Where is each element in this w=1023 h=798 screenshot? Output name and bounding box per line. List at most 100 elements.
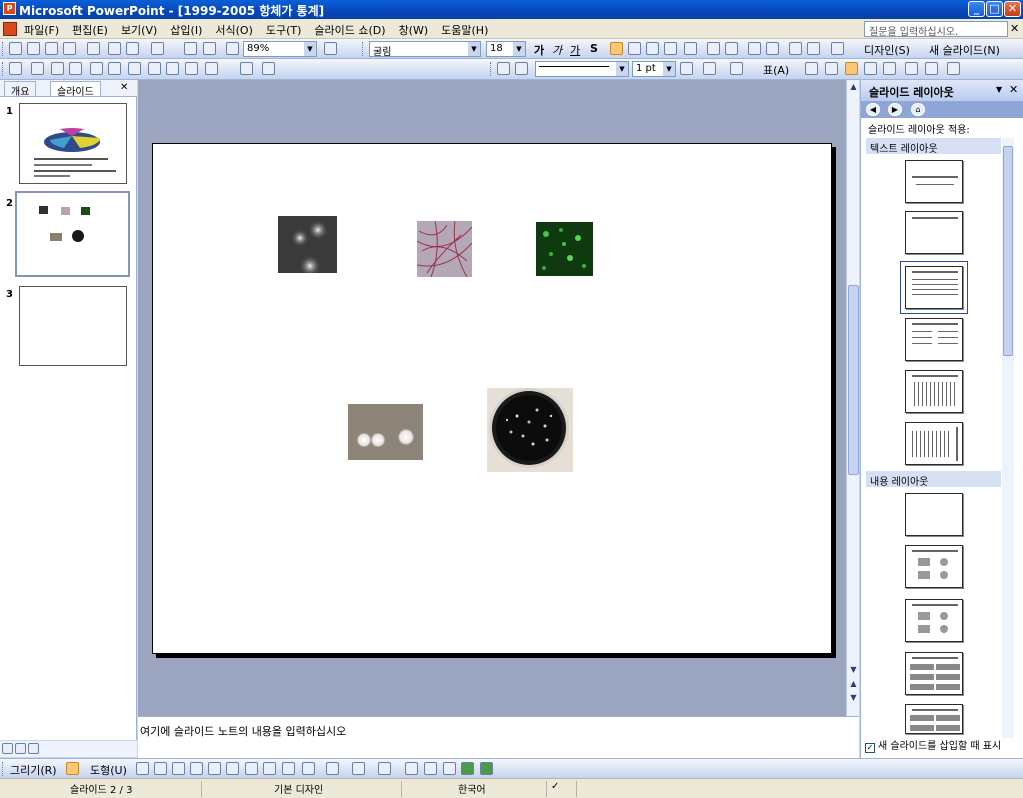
increase-font-icon[interactable] (748, 42, 761, 55)
crop-icon[interactable] (90, 62, 103, 75)
rotate-icon[interactable] (108, 62, 121, 75)
slide-picture-5[interactable] (487, 388, 573, 472)
borders-icon[interactable] (703, 62, 716, 75)
align-middle-icon[interactable] (864, 62, 877, 75)
menu-help[interactable]: 도움말(H) (441, 22, 488, 38)
align-center-icon[interactable] (628, 42, 641, 55)
menu-window[interactable]: 창(W) (399, 22, 429, 38)
insert-picture-icon[interactable] (302, 762, 315, 775)
menu-tools[interactable]: 도구(T) (266, 22, 302, 38)
dash-style-icon[interactable] (424, 762, 437, 775)
help-icon[interactable] (324, 42, 337, 55)
document-close-icon[interactable]: ✕ (1010, 22, 1019, 35)
layout-vertical-text[interactable] (905, 370, 963, 413)
reset-picture-icon[interactable] (240, 62, 253, 75)
tab-slides[interactable]: 슬라이드 (50, 81, 101, 98)
vertical-textbox-icon[interactable] (226, 762, 239, 775)
table-options-icon[interactable] (947, 62, 960, 75)
slide-picture-2[interactable] (417, 221, 472, 277)
back-icon[interactable]: ◀ (866, 103, 880, 116)
bullets-icon[interactable] (725, 42, 738, 55)
layout-vertical-title-text[interactable] (905, 422, 963, 465)
rectangle-icon[interactable] (172, 762, 185, 775)
wordart-icon[interactable] (245, 762, 258, 775)
print-icon[interactable] (87, 42, 100, 55)
layout-two-columns[interactable] (905, 318, 963, 361)
chevron-down-icon[interactable]: ▼ (616, 62, 628, 76)
distribute-icon[interactable] (664, 42, 677, 55)
reset-icon[interactable] (262, 62, 275, 75)
help-search-input[interactable]: 질문을 입력하십시오. (864, 21, 1008, 37)
next-slide-icon[interactable]: ▼ (848, 692, 859, 703)
chevron-down-icon[interactable]: ▼ (996, 85, 1002, 94)
checkbox-icon[interactable]: ✓ (865, 743, 875, 753)
fill-color-icon[interactable] (326, 762, 339, 775)
shadow-button[interactable]: S (590, 42, 598, 55)
spelling-check-icon[interactable]: ✓ (547, 781, 577, 797)
design-button[interactable]: 디자인(S) (864, 42, 910, 58)
line-style-icon[interactable] (128, 62, 141, 75)
chevron-down-icon[interactable]: ▼ (304, 42, 316, 56)
color-icon[interactable] (31, 62, 44, 75)
slide-thumbnail-1[interactable] (19, 103, 127, 184)
transparent-icon[interactable] (205, 62, 218, 75)
italic-button[interactable]: 가 (552, 42, 562, 58)
permission-icon[interactable] (63, 42, 76, 55)
normal-view-icon[interactable] (2, 743, 13, 754)
slide-scrollbar[interactable]: ▲ ▼ ▲ ▼ (846, 80, 859, 716)
text-direction-icon[interactable] (684, 42, 697, 55)
open-icon[interactable] (27, 42, 40, 55)
draw-table-icon[interactable] (497, 62, 510, 75)
toolbar-grip[interactable] (490, 62, 493, 76)
copy-icon[interactable] (126, 42, 139, 55)
3d-style-icon[interactable] (480, 762, 493, 775)
forward-icon[interactable]: ▶ (888, 103, 902, 116)
new-icon[interactable] (9, 42, 22, 55)
clipart-icon[interactable] (282, 762, 295, 775)
scroll-thumb[interactable] (1003, 146, 1013, 356)
tab-outline[interactable]: 개요 (4, 81, 37, 98)
new-slide-button[interactable]: 새 슬라이드(N) (929, 42, 1000, 58)
close-button[interactable]: ✕ (1004, 1, 1021, 17)
menu-slideshow[interactable]: 슬라이드 쇼(D) (314, 22, 385, 38)
brightness-icon[interactable] (69, 62, 82, 75)
font-name-select[interactable]: 굴림 ▼ (369, 41, 481, 57)
textbox-icon[interactable] (208, 762, 221, 775)
menu-edit[interactable]: 편집(E) (72, 22, 108, 38)
picture-icon[interactable] (9, 62, 22, 75)
eraser-icon[interactable] (515, 62, 528, 75)
layout-title-and-four-content[interactable] (905, 704, 963, 734)
font-color-icon[interactable] (378, 762, 391, 775)
layout-title-and-content[interactable] (905, 599, 963, 642)
diagram-icon[interactable] (263, 762, 276, 775)
arrow-style-icon[interactable] (443, 762, 456, 775)
layout-title-and-text[interactable] (900, 261, 968, 314)
font-size-select[interactable]: 18 ▼ (486, 41, 526, 57)
draw-menu-button[interactable]: 그리기(R) (10, 762, 57, 778)
close-icon[interactable]: ✕ (1009, 83, 1018, 96)
document-icon[interactable] (3, 22, 17, 36)
border-style-select[interactable]: ▼ (535, 61, 629, 77)
chevron-down-icon[interactable]: ▼ (663, 62, 675, 76)
recolor-icon[interactable] (166, 62, 179, 75)
decrease-font-icon[interactable] (766, 42, 779, 55)
compress-icon[interactable] (148, 62, 161, 75)
undo-icon[interactable] (151, 42, 164, 55)
align-left-icon[interactable] (610, 42, 623, 55)
insert-table-icon[interactable] (203, 42, 216, 55)
toolbar-grip[interactable] (2, 42, 5, 56)
zoom-select[interactable]: 89% ▼ (243, 41, 317, 57)
layout-content[interactable] (905, 545, 963, 588)
insert-table-row-icon[interactable] (805, 62, 818, 75)
font-color-icon[interactable] (831, 42, 844, 55)
previous-slide-icon[interactable]: ▲ (848, 678, 859, 689)
menu-format[interactable]: 서식(O) (215, 22, 252, 38)
slide-canvas[interactable] (152, 143, 832, 654)
menu-view[interactable]: 보기(V) (121, 22, 157, 38)
slide-picture-4[interactable] (348, 404, 423, 460)
layout-title-slide[interactable] (905, 160, 963, 203)
line-weight-select[interactable]: 1 pt ▼ (632, 61, 676, 77)
cut-icon[interactable] (108, 42, 121, 55)
line-icon[interactable] (136, 762, 149, 775)
menu-file[interactable]: 파일(F) (24, 22, 59, 38)
